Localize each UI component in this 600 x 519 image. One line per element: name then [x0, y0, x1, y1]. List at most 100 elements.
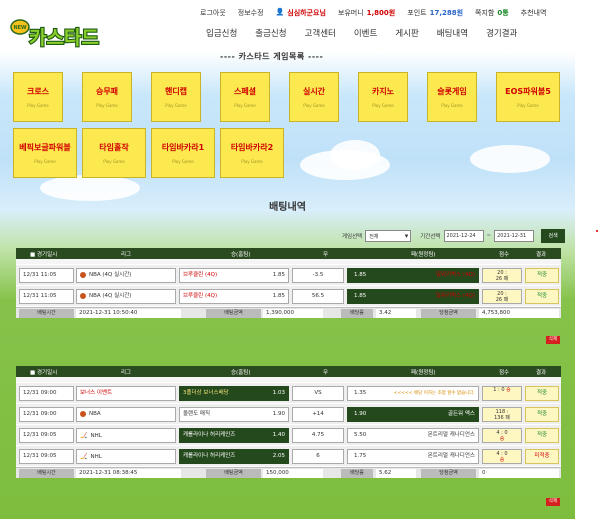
nav-board[interactable]: 게시판 — [395, 27, 418, 39]
bet-time-value: 2021-12-31 10:50:40 — [76, 309, 181, 318]
col-score: 점수 — [499, 370, 510, 376]
nav-results[interactable]: 경기결과 — [486, 27, 517, 39]
cell-date: 12/31 09:05 — [19, 428, 74, 443]
game-tile-handicap[interactable]: 핸디캡 Play Game — [151, 72, 201, 122]
home-team: 올랜도 매직 — [183, 411, 211, 417]
game-tile-label: EOS파워볼5 — [505, 87, 551, 96]
col-date: ■ 경기일시 — [30, 252, 58, 258]
search-button[interactable]: 검색 — [541, 229, 566, 243]
win-amount-value: 4,753,800 — [479, 309, 559, 318]
cell-away[interactable]: 1.90 골든워 액스 — [347, 407, 479, 422]
home-odds: 2.05 — [272, 453, 285, 459]
user-bar: 로그아웃 정보수정 👤 심심하군요님 보유머니 1,800원 포인트 17,28… — [200, 8, 558, 20]
cell-home[interactable]: 브루클린 (4Q) 1.85 — [179, 268, 289, 283]
home-team: 캐롤라이나 허리케인즈 — [183, 432, 236, 438]
cell-home[interactable]: 3폴더상 보너스배당 1.03 — [179, 386, 289, 401]
game-tile-sub: Play Game — [96, 103, 118, 108]
cell-away[interactable]: 1.35 <<<<< 배당 이하는 조합 할수 없습니다. — [347, 386, 479, 401]
game-tile-slot[interactable]: 슬롯게임 Play Game — [427, 72, 477, 122]
game-tile-sub: Play Game — [372, 103, 394, 108]
user-icon: 👤 — [275, 8, 285, 16]
cell-handicap[interactable]: 56.5 — [292, 289, 344, 304]
col-result: 결과 — [536, 370, 547, 376]
game-tile-sub: Play Game — [103, 159, 125, 164]
win-amount-value: 0 — [479, 469, 559, 478]
delete-button[interactable]: 삭제 — [546, 336, 560, 344]
cell-draw[interactable]: 4.75 — [292, 428, 344, 443]
cell-away[interactable]: 1.75 몬트리얼 캐나디언스 — [347, 449, 479, 464]
cell-date: 12/31 11:05 — [19, 289, 74, 304]
game-tile-time-baccarat2[interactable]: 타임바카라2 Play Game — [220, 128, 284, 178]
nav-withdraw[interactable]: 출금신청 — [255, 27, 286, 39]
game-tile-label: 핸디캡 — [164, 87, 188, 96]
nav-event[interactable]: 이벤트 — [354, 27, 377, 39]
col-draw: 무 — [323, 370, 329, 376]
bet-amount-label: 배팅금액 — [206, 309, 261, 318]
odds-value: 5.62 — [376, 469, 416, 478]
cell-away[interactable]: 5.50 몬트리얼 캐나디언스 — [347, 428, 479, 443]
date-to-input[interactable]: 2021-12-31 — [494, 230, 535, 242]
table-header: ■ 경기일시 리그 승(홈팀) 무 패(원정팀) 점수 결과 — [16, 248, 561, 259]
cell-handicap[interactable]: -3.5 — [292, 268, 344, 283]
away-team: 골든워 액스 — [447, 411, 475, 417]
cell-date: 12/31 09:05 — [19, 449, 74, 464]
cell-away[interactable]: 1.85 밀워키벅스 (4Q) — [347, 268, 479, 283]
col-home: 승(홈팀) — [231, 370, 251, 376]
game-tile-winlose[interactable]: 승무패 Play Game — [82, 72, 132, 122]
away-odds: 1.85 — [354, 293, 367, 299]
cell-league: 보너스 이벤트 — [76, 386, 176, 401]
game-tile-label: 스페셜 — [233, 87, 257, 96]
cell-home[interactable]: 캐롤라이나 허리케인즈 2.05 — [179, 449, 289, 464]
delete-button[interactable]: 삭제 — [546, 498, 560, 506]
cell-home[interactable]: 캐롤라이나 허리케인즈 1.40 — [179, 428, 289, 443]
basketball-icon — [80, 292, 86, 299]
cell-result: 미적중 — [525, 449, 559, 464]
game-tile-live[interactable]: 실시간 Play Game — [289, 72, 339, 122]
main-nav: 입금신청 출금신청 고객센터 이벤트 게시판 배팅내역 경기결과 — [206, 27, 517, 39]
hockey-icon: 🏒 — [80, 453, 88, 460]
site-logo[interactable]: NEW 카스타드 — [8, 16, 116, 52]
cell-handicap[interactable]: VS — [292, 386, 344, 401]
away-team: 몬트리얼 캐나디언스 — [427, 432, 475, 438]
game-tile-bepick-powerball[interactable]: 베픽보글파워볼 Play Game — [13, 128, 77, 178]
game-tile-label: 타임바카라2 — [230, 143, 274, 152]
game-tile-casino[interactable]: 카지노 Play Game — [358, 72, 408, 122]
bet-summary: 배팅시간 2021-12-31 08:38:45 배팅금액 150,000 배당… — [16, 467, 561, 478]
away-team: 몬트리얼 캐나디언스 — [427, 453, 475, 459]
cell-home[interactable]: 올랜도 매직 1.90 — [179, 407, 289, 422]
home-odds: 1.03 — [272, 390, 285, 396]
game-type-label: 게임선택 — [342, 234, 363, 240]
cell-league: NBA — [76, 407, 176, 422]
bet-amount-value: 150,000 — [263, 469, 323, 478]
recommend-link[interactable]: 추천내역 — [521, 8, 547, 20]
date-from-input[interactable]: 2021-12-24 — [443, 230, 484, 242]
cell-league: 🏒 NHL — [76, 449, 176, 464]
cell-handicap[interactable]: +14 — [292, 407, 344, 422]
home-team: 브루클린 (4Q) — [183, 272, 218, 278]
games-title: ---- 카스타드 게임목록 ---- — [220, 52, 324, 61]
game-tile-eos-powerball[interactable]: EOS파워볼5 Play Game — [496, 72, 560, 122]
odds-value: 3.42 — [376, 309, 416, 318]
cell-handicap[interactable]: 6 — [292, 449, 344, 464]
col-away: 패(원정팀) — [411, 252, 436, 258]
cell-home[interactable]: 브루클린 (4Q) 1.85 — [179, 289, 289, 304]
nav-deposit[interactable]: 입금신청 — [206, 27, 237, 39]
cell-away[interactable]: 1.85 밀워키벅스 (4Q) — [347, 289, 479, 304]
bet-amount-value: 1,390,000 — [263, 309, 323, 318]
game-tile-time-oddeven[interactable]: 타임홀작 Play Game — [82, 128, 146, 178]
game-tile-label: 승무패 — [95, 87, 119, 96]
edit-info-link[interactable]: 정보수정 — [238, 8, 264, 20]
bet-summary: 배팅시간 2021-12-31 10:50:40 배팅금액 1,390,000 … — [16, 307, 561, 318]
home-odds: 1.40 — [272, 432, 285, 438]
game-type-select[interactable]: 전체 — [365, 230, 412, 242]
notes-link[interactable]: 쪽지함 — [475, 8, 494, 20]
game-tile-special[interactable]: 스페셜 Play Game — [220, 72, 270, 122]
game-tile-label: 크로스 — [26, 87, 50, 96]
nav-support[interactable]: 고객센터 — [305, 27, 336, 39]
game-tile-time-baccarat1[interactable]: 타임바카라1 Play Game — [151, 128, 215, 178]
logout-link[interactable]: 로그아웃 — [200, 8, 226, 20]
cell-date: 12/31 09:00 — [19, 386, 74, 401]
cell-score: 118 :136 패 — [482, 407, 522, 422]
nav-bet-history[interactable]: 배팅내역 — [437, 27, 468, 39]
game-tile-cross[interactable]: 크로스 Play Game — [13, 72, 63, 122]
